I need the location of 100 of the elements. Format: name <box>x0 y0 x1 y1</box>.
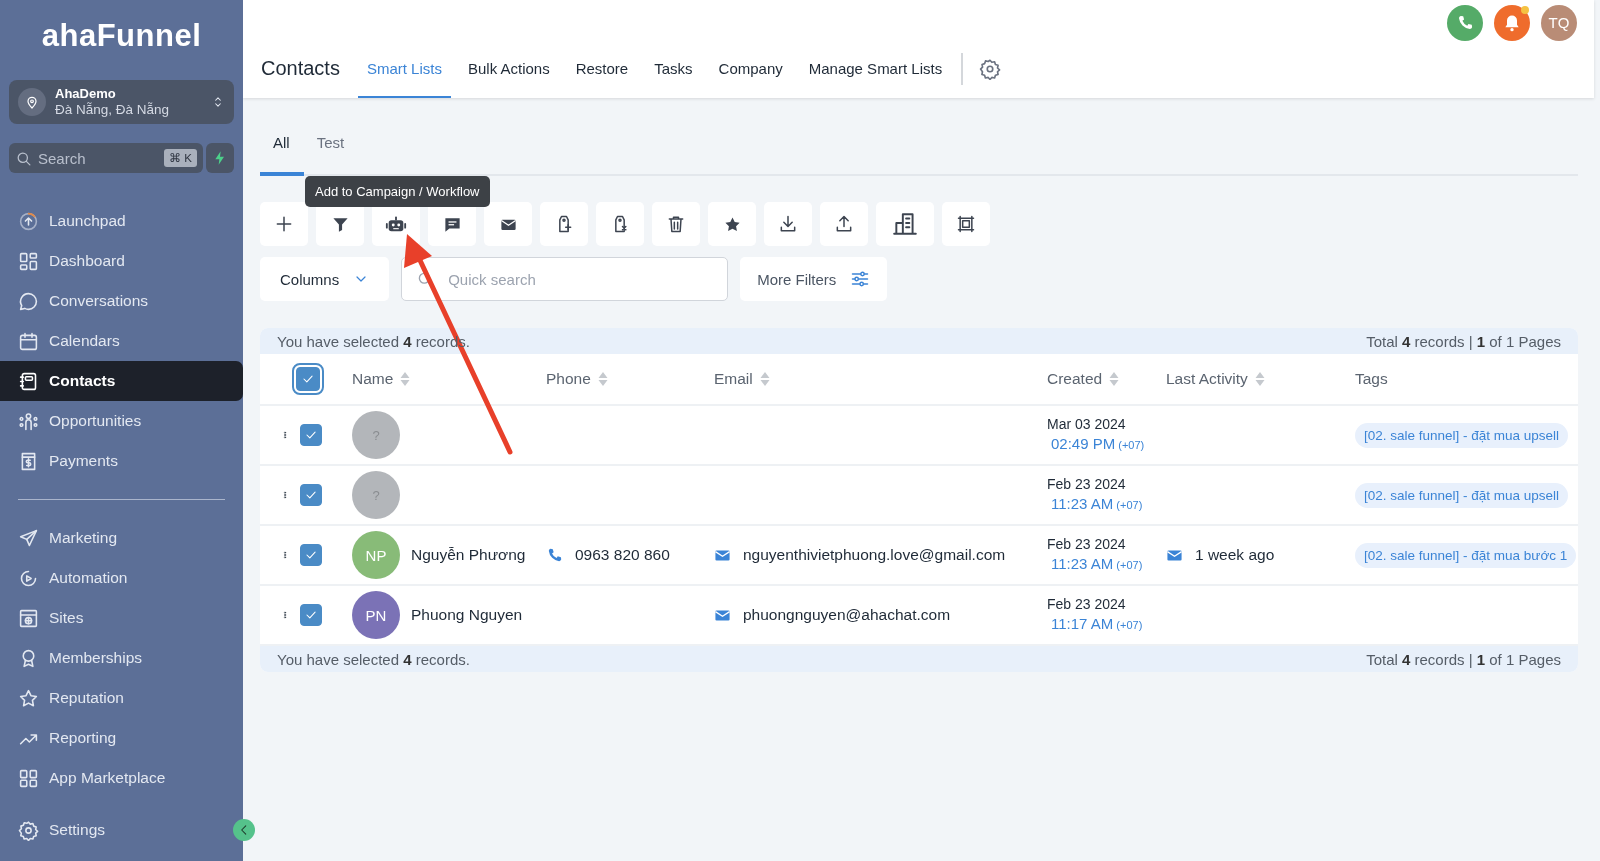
download-icon <box>778 214 798 234</box>
created-time: 11:23 AM (+07) <box>1050 554 1144 574</box>
nav-item[interactable]: Memberships <box>0 638 226 678</box>
column-header[interactable]: Name <box>352 370 394 388</box>
pagination-summary: Total 4 records | 1 of 1 Pages <box>1366 650 1561 668</box>
nav-tab[interactable]: Restore <box>566 45 638 98</box>
crop-frame-icon <box>956 214 976 234</box>
tag-chip[interactable]: [02. sale funnel] - đặt mua upsell <box>1355 422 1569 448</box>
sort-icon <box>597 371 608 387</box>
upload-circle-icon <box>18 210 39 232</box>
list-tab[interactable]: All <box>260 112 304 176</box>
created-date: Feb 23 2024 <box>1047 595 1127 614</box>
notifications-button[interactable] <box>1494 4 1530 41</box>
map-pin-icon <box>24 94 40 110</box>
settings-icon <box>18 819 39 841</box>
checkbox[interactable] <box>300 424 322 446</box>
created-time: 02:49 PM (+07) <box>1050 434 1146 454</box>
sliders-icon <box>850 269 871 289</box>
search-field[interactable]: Search ⌘ K <box>9 143 203 173</box>
grid-icon <box>18 250 39 272</box>
sort-icon <box>759 371 770 387</box>
nav-item[interactable]: Launchpad <box>0 201 226 241</box>
collapse-button[interactable] <box>233 819 255 841</box>
star-icon <box>18 687 39 709</box>
nav-tab[interactable]: Company <box>709 45 792 98</box>
settings-icon <box>979 57 1002 80</box>
quick-action-button[interactable] <box>206 143 234 173</box>
contact-avatar: ? <box>352 411 400 459</box>
nav-item[interactable]: Opportunities <box>0 401 226 441</box>
calendar-icon <box>18 330 39 352</box>
nav-tab[interactable]: Manage Smart Lists <box>799 45 952 98</box>
nav-item[interactable]: Contacts <box>0 361 243 401</box>
location-name: AhaDemo <box>55 86 117 102</box>
nav-item[interactable]: Settings <box>0 810 226 850</box>
phone-icon <box>1456 13 1474 32</box>
column-header[interactable]: Created <box>1047 370 1103 388</box>
column-header: Tags <box>1355 370 1388 388</box>
created-date: Feb 23 2024 <box>1047 535 1127 554</box>
location-switcher[interactable]: AhaDemo Đà Nẵng, Đà Nẵng <box>9 80 234 124</box>
toolbar-button[interactable] <box>876 202 934 246</box>
contact-name[interactable]: Phuong Nguyen <box>411 606 523 624</box>
upload-icon <box>834 214 854 234</box>
brand-logo: ahaFunnel <box>40 18 203 55</box>
checkbox[interactable] <box>300 484 322 506</box>
columns-dropdown[interactable]: Columns <box>260 257 390 301</box>
sort-icon <box>400 371 411 387</box>
user-avatar[interactable]: TQ <box>1541 4 1577 41</box>
shortcut-key: ⌘ K <box>164 149 197 167</box>
phone-button[interactable] <box>1447 4 1483 41</box>
created-date: Mar 03 2024 <box>1047 415 1127 434</box>
toolbar-button[interactable] <box>540 202 588 246</box>
created-time: 11:23 AM (+07) <box>1050 494 1144 514</box>
toolbar-button[interactable] <box>652 202 700 246</box>
tag-chip[interactable]: [02. sale funnel] - đặt mua bước 1 <box>1355 542 1577 568</box>
tag-chip[interactable]: [02. sale funnel] - đặt mua upsell <box>1355 482 1569 508</box>
grid-icon <box>18 767 39 789</box>
nav-item[interactable]: Dashboard <box>0 241 226 281</box>
trash-icon <box>666 214 686 234</box>
nav-item[interactable]: Reputation <box>0 678 226 718</box>
checkbox[interactable] <box>300 544 322 566</box>
toolbar-button[interactable] <box>708 202 756 246</box>
quick-search-field[interactable]: Quick search <box>401 257 729 301</box>
toolbar-button[interactable] <box>942 202 990 246</box>
toolbar-button[interactable] <box>764 202 812 246</box>
nav-tab[interactable]: Tasks <box>645 45 702 98</box>
paper-plane-icon <box>18 527 39 549</box>
contact-name[interactable]: Nguyễn Phương <box>411 546 526 564</box>
nav-item[interactable]: Automation <box>0 558 226 598</box>
nav-item[interactable]: Marketing <box>0 518 226 558</box>
checkbox[interactable] <box>300 604 322 626</box>
nav-item[interactable]: Reporting <box>0 718 226 758</box>
phone-number: 0963 820 860 <box>575 546 670 564</box>
nav-item[interactable]: Payments <box>0 441 226 481</box>
contact-avatar: ? <box>352 471 400 519</box>
contact-avatar: NP <box>352 531 400 579</box>
column-header[interactable]: Last Activity <box>1166 370 1248 388</box>
column-header[interactable]: Email <box>714 370 753 388</box>
nav-item[interactable]: Calendars <box>0 321 226 361</box>
toolbar-button[interactable] <box>484 202 532 246</box>
nav-tab[interactable]: Bulk Actions <box>458 45 559 98</box>
toolbar-button[interactable] <box>260 202 308 246</box>
tooltip: Add to Campaign / Workflow <box>305 176 490 207</box>
selection-count: You have selected 4 records. <box>277 650 470 668</box>
nav-item[interactable]: App Marketplace <box>0 758 226 798</box>
browser-window-icon <box>18 607 39 629</box>
column-header[interactable]: Phone <box>546 370 591 388</box>
people-network-icon <box>18 410 39 432</box>
toolbar-button[interactable] <box>820 202 868 246</box>
nav-item[interactable]: Sites <box>0 598 226 638</box>
email-address: phuongnguyen@ahachat.com <box>743 606 951 624</box>
sort-icon <box>1109 371 1120 387</box>
nav-tab[interactable]: Smart Lists <box>357 45 451 98</box>
toolbar-button[interactable] <box>596 202 644 246</box>
created-date: Feb 23 2024 <box>1047 475 1127 494</box>
sort-icon <box>1254 371 1265 387</box>
more-filters-button[interactable]: More Filters <box>740 257 888 301</box>
location-address: Đà Nẵng, Đà Nẵng <box>55 102 171 118</box>
email-address: nguyenthivietphuong.love@gmail.com <box>743 546 1006 564</box>
nav-item[interactable]: Conversations <box>0 281 226 321</box>
list-tab[interactable]: Test <box>303 112 358 176</box>
